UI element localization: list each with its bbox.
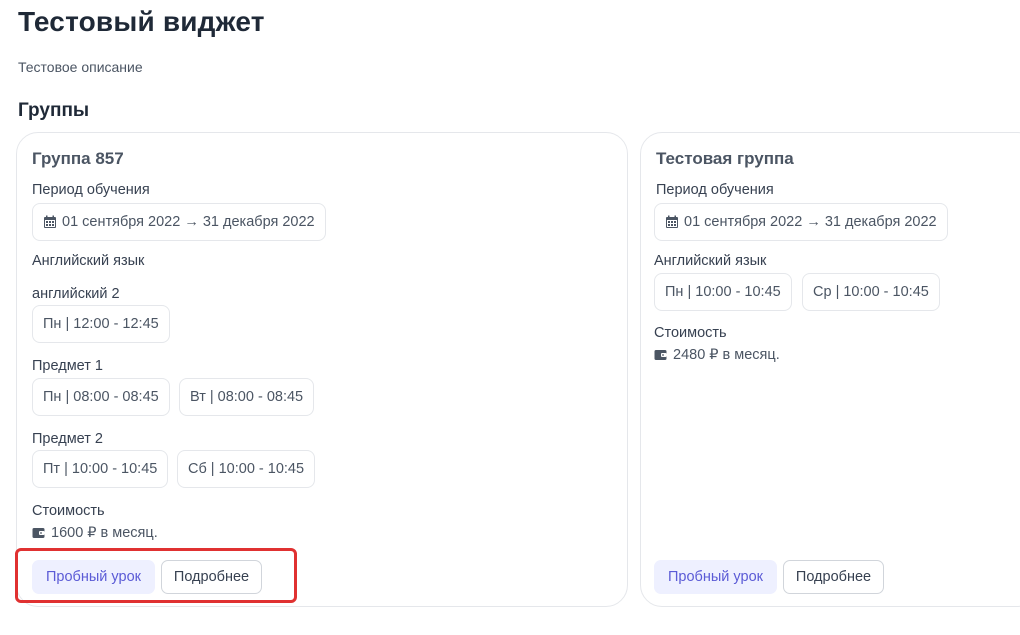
wallet-icon [654, 350, 667, 360]
period-chip: 01 сентября 2022 → 31 декабря 2022 [32, 203, 326, 241]
schedule-chip: Вт | 08:00 - 08:45 [179, 378, 315, 416]
period-value: 01 сентября 2022 → 31 декабря 2022 [62, 214, 315, 230]
trial-lesson-button[interactable]: Пробный урок [32, 560, 155, 594]
group-card: Группа 857 Период обучения 01 сентября 2… [16, 132, 628, 607]
price-value: 2480 ₽ в месяц. [673, 347, 780, 363]
widget-description: Тестовое описание [18, 59, 143, 75]
widget-title: Тестовый виджет [18, 6, 265, 37]
price: 1600 ₽ в месяц. [32, 525, 158, 541]
group-name: Группа 857 [32, 149, 124, 168]
period-label: Период обучения [32, 182, 150, 198]
price-value: 1600 ₽ в месяц. [51, 525, 158, 541]
subject-name: Английский язык [654, 253, 767, 269]
subject-name: английский 2 [32, 286, 120, 302]
subject-name: Предмет 2 [32, 431, 103, 447]
price-label: Стоимость [32, 503, 105, 519]
schedule-chip: Пн | 08:00 - 08:45 [32, 378, 170, 416]
period-value: 01 сентября 2022 → 31 декабря 2022 [684, 214, 937, 230]
period-label: Период обучения [656, 182, 774, 198]
group-name: Тестовая группа [656, 149, 794, 168]
schedule-chip: Пн | 12:00 - 12:45 [32, 305, 170, 343]
price: 2480 ₽ в месяц. [654, 347, 780, 363]
schedule-chip: Ср | 10:00 - 10:45 [802, 273, 940, 311]
schedule-chip: Сб | 10:00 - 10:45 [177, 450, 316, 488]
subject-name: Предмет 1 [32, 358, 103, 374]
schedule-chip: Пт | 10:00 - 10:45 [32, 450, 169, 488]
period-chip: 01 сентября 2022 → 31 декабря 2022 [654, 203, 948, 241]
subject-name: Английский язык [32, 253, 145, 269]
schedule-chip: Пн | 10:00 - 10:45 [654, 273, 792, 311]
groups-heading: Группы [18, 100, 90, 121]
details-button[interactable]: Подробнее [161, 560, 262, 594]
details-button[interactable]: Подробнее [783, 560, 884, 594]
calendar-icon [44, 215, 56, 228]
wallet-icon [32, 528, 45, 538]
group-card: Тестовая группа Период обучения 01 сентя… [640, 132, 1020, 607]
trial-lesson-button[interactable]: Пробный урок [654, 560, 777, 594]
price-label: Стоимость [654, 325, 727, 341]
calendar-icon [666, 215, 678, 228]
